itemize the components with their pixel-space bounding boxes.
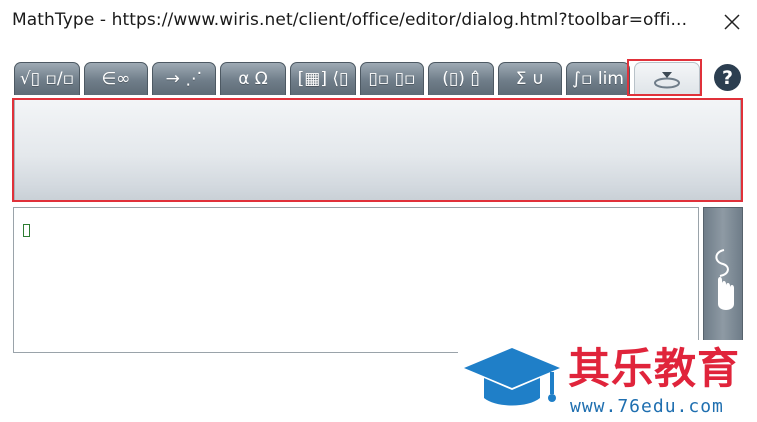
tab-symbols[interactable]: ∈∞ xyxy=(84,62,148,95)
tab-label: ∫▫ lim xyxy=(572,69,624,89)
tab-greek[interactable]: α Ω xyxy=(220,62,286,95)
tab-calculus[interactable]: ∫▫ lim xyxy=(566,62,630,95)
handwriting-button[interactable] xyxy=(703,207,743,345)
tab-label: ▯▫ ▯▫ xyxy=(368,69,416,89)
formula-editor[interactable] xyxy=(13,207,699,353)
toolbar-panel-highlight xyxy=(12,98,743,202)
tab-label: α Ω xyxy=(238,69,268,89)
tab-arrows[interactable]: → ⋰ xyxy=(152,62,216,95)
tab-general[interactable]: √▯ ▫/▫ xyxy=(14,62,80,95)
tab-matrices[interactable]: [▦] ⟨▯ xyxy=(290,62,356,95)
tab-label: ∈∞ xyxy=(101,69,131,89)
tab-label: [▦] ⟨▯ xyxy=(297,69,349,89)
close-icon xyxy=(724,14,740,30)
tab-highlight xyxy=(627,59,702,96)
watermark: 其乐教育 www.76edu.com xyxy=(458,340,757,422)
tab-label: √▯ ▫/▫ xyxy=(19,69,75,89)
tab-decorations[interactable]: (▯) ▯̂ xyxy=(428,62,494,95)
watermark-url: www.76edu.com xyxy=(570,396,724,417)
close-button[interactable] xyxy=(716,6,748,38)
tab-scripts[interactable]: ▯▫ ▯▫ xyxy=(360,62,424,95)
graduation-cap-icon xyxy=(464,348,560,406)
help-icon: ? xyxy=(721,66,734,89)
tab-label: (▯) ▯̂ xyxy=(442,69,480,89)
hand-drawing-icon xyxy=(715,249,734,310)
title-bar: MathType - https://www.wiris.net/client/… xyxy=(0,0,757,44)
watermark-brand: 其乐教育 xyxy=(568,344,741,393)
window-title: MathType - https://www.wiris.net/client/… xyxy=(12,10,688,30)
help-button[interactable]: ? xyxy=(714,64,741,91)
tab-big-operators[interactable]: Σ ∪ xyxy=(498,62,562,95)
editor-caret xyxy=(23,224,30,237)
tab-label: Σ ∪ xyxy=(515,69,545,89)
tab-label: → ⋰ xyxy=(165,69,203,89)
